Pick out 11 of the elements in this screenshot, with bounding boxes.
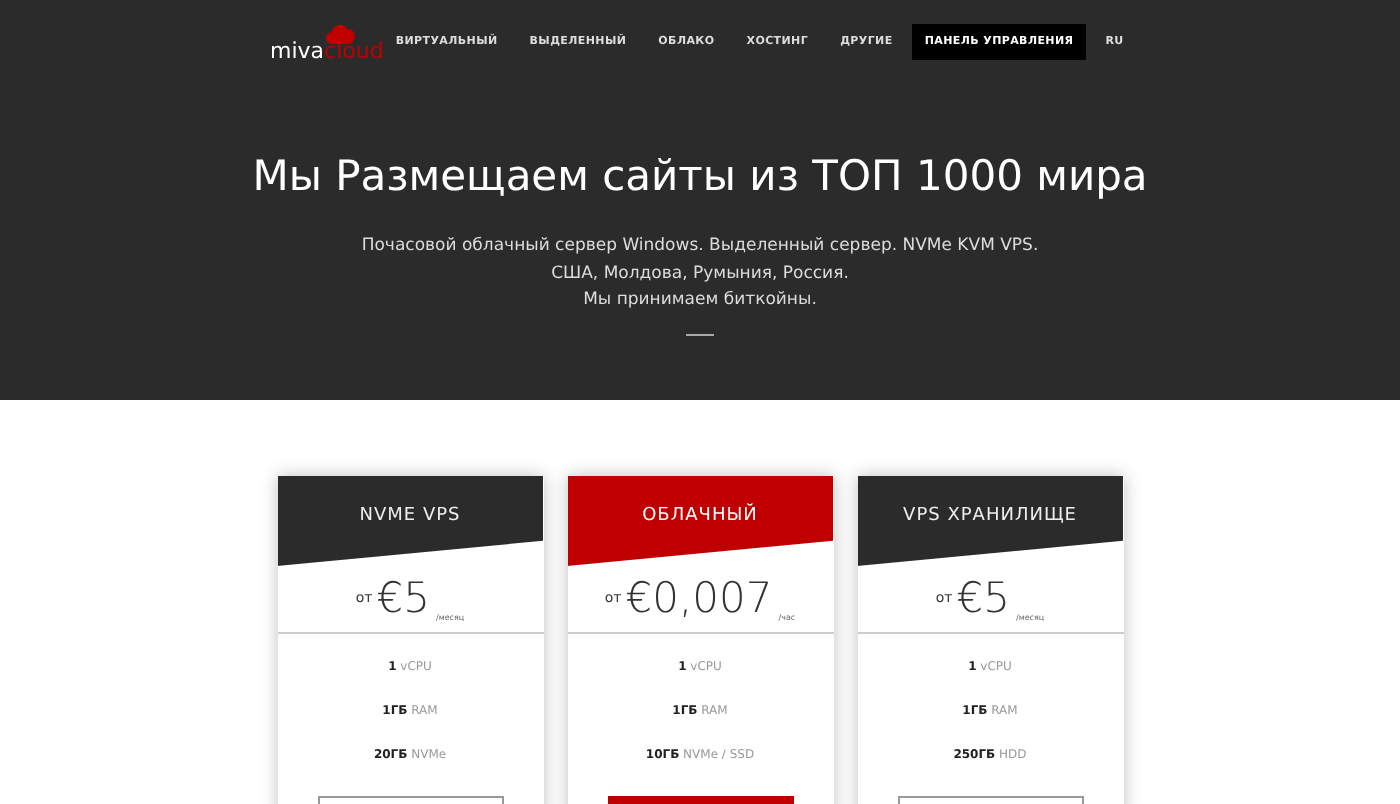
subtitle-text: Почасовой облачный сервер Windows. Выделенный сервер. NVMe KVM VPS. — [359, 234, 1041, 261]
hero-title: Мы Размещаем сайты из ТОП 1000 мира — [250, 152, 1150, 203]
price: €0,007 — [625, 578, 773, 620]
plan-header: ОБЛАЧНЫЙ — [567, 476, 833, 566]
subtitle-text: США, Молдова, Румыния, Россия. — [549, 261, 851, 288]
price: €5 — [956, 578, 1010, 620]
subtitle-text: Мы принимаем биткойны. — [581, 288, 819, 315]
plan-header: VPS ХРАНИЛИЩЕ — [857, 476, 1123, 566]
price: €5 — [376, 578, 430, 620]
logo[interactable]: mivacloud — [270, 22, 384, 62]
plan-header: NVME VPS — [277, 476, 543, 566]
